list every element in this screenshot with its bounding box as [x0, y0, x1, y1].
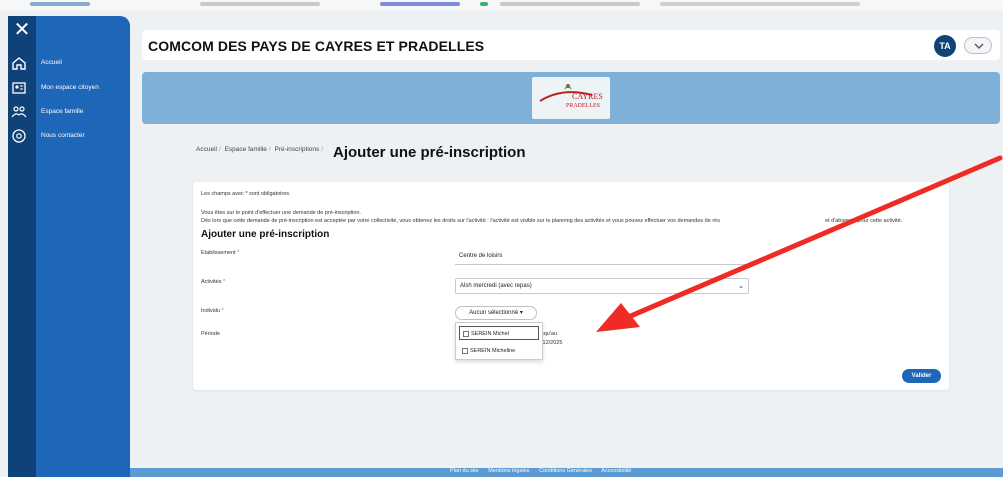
periode-end-date: /12/2025 — [541, 340, 563, 346]
footer-link[interactable]: Accessibilité — [601, 468, 631, 474]
sidebar-item-label: Mon espace citoyen — [41, 84, 99, 91]
preinscription-form: Les champs avec * sont obligatoires. Vou… — [193, 182, 949, 390]
activites-select[interactable]: Alsh mercredi (avec repas) ⌄ — [455, 278, 749, 294]
chevron-down-icon: ⌄ — [738, 283, 744, 290]
browser-bookmarks-bar — [0, 0, 1003, 10]
required-fields-note: Les champs avec * sont obligatoires. — [201, 191, 291, 197]
periode-end-label: squ'au — [541, 331, 558, 337]
svg-text:CAYRES: CAYRES — [572, 92, 603, 101]
individu-multiselect-button[interactable]: Aucun sélectionné ▾ — [455, 306, 537, 320]
breadcrumb-link-espace-famille[interactable]: Espace famille — [225, 146, 267, 153]
page-title: Ajouter une pré-inscription — [333, 144, 526, 161]
individu-option[interactable]: SEREIN Michel — [459, 326, 539, 340]
page-footer: Plan du site Mentions légales Conditions… — [130, 468, 1003, 477]
sidebar-item-label: Espace famille — [41, 108, 84, 115]
breadcrumb: Accueil / Espace famille / Pré-inscription… — [196, 146, 324, 153]
site-title: COMCOM DES PAYS DE CAYRES ET PRADELLES — [148, 38, 485, 54]
close-menu-icon[interactable]: ✕ — [11, 19, 33, 41]
community-logo[interactable]: CAYRES PRADELLES — [532, 77, 610, 119]
footer-links: Plan du site Mentions légales Conditions… — [450, 468, 640, 474]
user-avatar[interactable]: TA — [934, 35, 956, 57]
chevron-down-icon — [974, 43, 984, 49]
individu-label: Individu * — [201, 308, 224, 314]
activites-label: Activités * — [201, 279, 226, 285]
option-label: SEREIN Micheline — [470, 348, 516, 354]
individu-dropdown-menu: SEREIN Michel SEREIN Micheline — [455, 322, 543, 360]
home-icon — [12, 57, 26, 70]
user-menu-button[interactable] — [964, 37, 992, 54]
top-header: COMCOM DES PAYS DE CAYRES ET PRADELLES T… — [142, 30, 1000, 60]
at-sign-icon — [12, 129, 26, 143]
footer-link[interactable]: Mentions légales — [488, 468, 529, 474]
periode-label: Période — [201, 331, 220, 337]
family-icon — [11, 106, 27, 118]
activites-selected-value: Alsh mercredi (avec repas) — [460, 283, 532, 289]
svg-text:PRADELLES: PRADELLES — [566, 103, 600, 109]
checkbox[interactable] — [463, 330, 469, 337]
site-banner: CAYRES PRADELLES — [142, 72, 1000, 124]
footer-link[interactable]: Plan du site — [450, 468, 479, 474]
id-card-icon — [12, 82, 26, 94]
breadcrumb-link-preinscriptions[interactable]: Pré-inscriptions — [275, 146, 320, 153]
checkbox[interactable] — [462, 347, 468, 354]
info-text-line1: Vous êtes sur le point d'effectuer une d… — [201, 210, 361, 216]
form-section-title: Ajouter une pré-inscription — [201, 229, 330, 240]
footer-link[interactable]: Conditions Générales — [539, 468, 592, 474]
sidebar-item-label: Nous contacter — [41, 132, 85, 139]
individu-option[interactable]: SEREIN Micheline — [459, 344, 539, 358]
info-text-line2-end: et d'absence pour cette activité. — [825, 218, 903, 224]
option-label: SEREIN Michel — [471, 331, 509, 337]
sidebar-item-label: Accueil — [41, 59, 62, 66]
etablissement-label: Etablissement * — [201, 250, 240, 256]
info-text-line2: Dès lors que cette demande de pré-inscri… — [201, 218, 720, 224]
etablissement-field[interactable]: Centre de loisirs — [455, 250, 749, 265]
breadcrumb-link-accueil[interactable]: Accueil — [196, 146, 217, 153]
valider-button[interactable]: Valider — [902, 369, 941, 383]
